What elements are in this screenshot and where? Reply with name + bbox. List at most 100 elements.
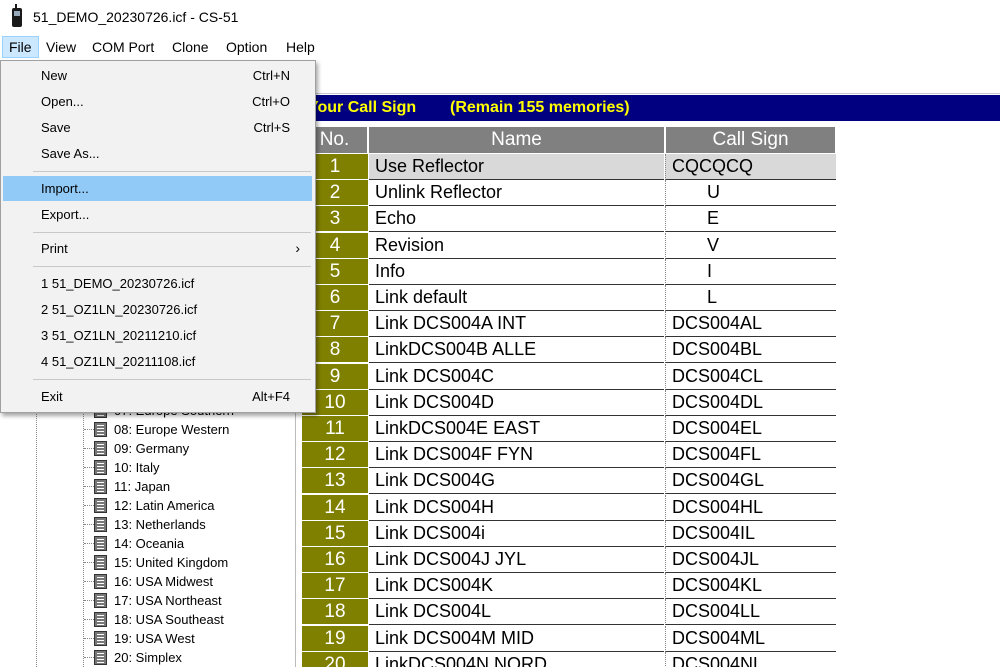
name-cell[interactable]: Link DCS004L bbox=[369, 599, 664, 626]
name-cell[interactable]: Info bbox=[369, 259, 664, 285]
tree-item[interactable]: 17: USA Northeast bbox=[84, 591, 222, 610]
tree-item[interactable]: 15: United Kingdom bbox=[84, 553, 228, 572]
name-cell[interactable]: Link DCS004i bbox=[369, 521, 664, 547]
name-cell[interactable]: Link DCS004M MID bbox=[369, 626, 664, 652]
table-row[interactable]: 16 Link DCS004J JYL DCS004JL bbox=[302, 547, 836, 573]
table-row[interactable]: 14 Link DCS004H DCS004HL bbox=[302, 494, 836, 521]
call-sign-cell[interactable]: DCS004HL bbox=[665, 494, 836, 521]
tree-item[interactable]: 18: USA Southeast bbox=[84, 610, 224, 629]
menu-item-export[interactable]: Export... bbox=[3, 202, 312, 227]
call-sign-cell[interactable]: DCS004DL bbox=[665, 389, 836, 416]
name-cell[interactable]: Link DCS004F FYN bbox=[369, 442, 664, 469]
table-row[interactable]: 11 LinkDCS004E EAST DCS004EL bbox=[302, 416, 836, 442]
name-cell[interactable]: Link DCS004D bbox=[369, 390, 664, 416]
menu-item-save[interactable]: Save Ctrl+S bbox=[3, 115, 312, 140]
menu-item-print[interactable]: Print › bbox=[3, 236, 312, 261]
name-cell[interactable]: Revision bbox=[369, 233, 664, 259]
call-sign-cell[interactable]: DCS004BL bbox=[665, 337, 836, 364]
column-header-name[interactable]: Name bbox=[369, 127, 665, 153]
tree-item[interactable]: 09: Germany bbox=[84, 439, 189, 458]
call-sign-cell[interactable]: DCS004JL bbox=[665, 547, 836, 573]
tree-item[interactable]: 11: Japan bbox=[84, 477, 170, 496]
table-row[interactable]: 9 Link DCS004C DCS004CL bbox=[302, 363, 836, 390]
call-sign-cell[interactable]: DCS004FL bbox=[665, 442, 836, 469]
table-row[interactable]: 5 Info I bbox=[302, 258, 836, 285]
call-sign-cell[interactable]: DCS004EL bbox=[665, 416, 836, 442]
name-cell[interactable]: Use Reflector bbox=[369, 154, 664, 180]
table-row[interactable]: 6 Link default L bbox=[302, 285, 836, 311]
table-row[interactable]: 12 Link DCS004F FYN DCS004FL bbox=[302, 442, 836, 469]
name-cell[interactable]: Link DCS004J JYL bbox=[369, 547, 664, 573]
row-number-cell[interactable]: 16 bbox=[302, 547, 368, 572]
menu-item-new[interactable]: New Ctrl+N bbox=[3, 63, 312, 88]
name-cell[interactable]: Echo bbox=[369, 206, 664, 233]
call-sign-cell[interactable]: DCS004ML bbox=[665, 625, 836, 652]
menu-com-port[interactable]: COM Port bbox=[86, 36, 160, 58]
row-number-cell[interactable]: 20 bbox=[302, 651, 368, 667]
tree-item[interactable]: 19: USA West bbox=[84, 629, 195, 648]
menu-view[interactable]: View bbox=[40, 36, 82, 58]
call-sign-cell[interactable]: DCS004GL bbox=[665, 468, 836, 495]
table-row[interactable]: 7 Link DCS004A INT DCS004AL bbox=[302, 311, 836, 338]
call-sign-cell[interactable]: DCS004LL bbox=[665, 599, 836, 626]
call-sign-cell[interactable]: E bbox=[665, 206, 836, 233]
row-number-cell[interactable]: 14 bbox=[302, 494, 368, 520]
row-number-cell[interactable]: 15 bbox=[302, 520, 368, 546]
menu-item-recent-2[interactable]: 2 51_OZ1LN_20230726.icf bbox=[3, 297, 312, 322]
table-row[interactable]: 4 Revision V bbox=[302, 232, 836, 259]
row-number-cell[interactable]: 17 bbox=[302, 573, 368, 599]
tree-item[interactable]: 12: Latin America bbox=[84, 496, 214, 515]
call-sign-cell[interactable]: DCS004IL bbox=[665, 520, 836, 547]
row-number-cell[interactable]: 13 bbox=[302, 468, 368, 494]
row-number-cell[interactable]: 18 bbox=[302, 599, 368, 625]
tree-item[interactable]: 14: Oceania bbox=[84, 534, 184, 553]
table-row[interactable]: 15 Link DCS004i DCS004IL bbox=[302, 520, 836, 547]
table-row[interactable]: 10 Link DCS004D DCS004DL bbox=[302, 389, 836, 416]
call-sign-cell[interactable]: DCS004CL bbox=[665, 363, 836, 390]
name-cell[interactable]: Unlink Reflector bbox=[369, 180, 664, 207]
menu-option[interactable]: Option bbox=[220, 36, 273, 58]
table-row[interactable]: 18 Link DCS004L DCS004LL bbox=[302, 599, 836, 626]
call-sign-cell[interactable]: I bbox=[665, 258, 836, 285]
menu-item-import[interactable]: Import... bbox=[3, 176, 312, 201]
table-row[interactable]: 2 Unlink Reflector U bbox=[302, 180, 836, 207]
table-row[interactable]: 19 Link DCS004M MID DCS004ML bbox=[302, 625, 836, 652]
name-cell[interactable]: LinkDCS004N NORD bbox=[369, 652, 664, 667]
row-number-cell[interactable]: 19 bbox=[302, 625, 368, 651]
call-sign-cell[interactable]: DCS004NL bbox=[665, 651, 836, 667]
table-row[interactable]: 17 Link DCS004K DCS004KL bbox=[302, 573, 836, 600]
call-sign-cell[interactable]: V bbox=[665, 232, 836, 259]
table-row[interactable]: 13 Link DCS004G DCS004GL bbox=[302, 468, 836, 495]
menu-item-recent-3[interactable]: 3 51_OZ1LN_20211210.icf bbox=[3, 323, 312, 348]
row-number-cell[interactable]: 12 bbox=[302, 442, 368, 468]
table-row[interactable]: 1 Use Reflector CQCQCQ bbox=[302, 154, 836, 180]
name-cell[interactable]: Link DCS004G bbox=[369, 468, 664, 495]
name-cell[interactable]: Link DCS004K bbox=[369, 573, 664, 600]
call-sign-cell[interactable]: DCS004KL bbox=[665, 573, 836, 600]
call-sign-cell[interactable]: L bbox=[665, 285, 836, 311]
call-sign-cell[interactable]: DCS004AL bbox=[665, 311, 836, 338]
menu-file[interactable]: File bbox=[2, 36, 39, 58]
tree-item[interactable]: 08: Europe Western bbox=[84, 420, 229, 439]
menu-clone[interactable]: Clone bbox=[166, 36, 215, 58]
call-sign-cell[interactable]: U bbox=[665, 180, 836, 207]
name-cell[interactable]: Link DCS004H bbox=[369, 495, 664, 521]
menu-item-open[interactable]: Open... Ctrl+O bbox=[3, 89, 312, 114]
name-cell[interactable]: Link default bbox=[369, 285, 664, 311]
table-row[interactable]: 8 LinkDCS004B ALLE DCS004BL bbox=[302, 337, 836, 364]
tree-item[interactable]: 13: Netherlands bbox=[84, 515, 206, 534]
name-cell[interactable]: Link DCS004C bbox=[369, 364, 664, 390]
tree-item[interactable]: 16: USA Midwest bbox=[84, 572, 213, 591]
tree-item[interactable]: 10: Italy bbox=[84, 458, 160, 477]
column-header-call-sign[interactable]: Call Sign bbox=[666, 127, 836, 153]
menu-item-exit[interactable]: Exit Alt+F4 bbox=[3, 384, 312, 409]
table-row[interactable]: 3 Echo E bbox=[302, 206, 836, 233]
row-number-cell[interactable]: 11 bbox=[302, 416, 368, 441]
name-cell[interactable]: LinkDCS004B ALLE bbox=[369, 337, 664, 364]
table-row[interactable]: 20 LinkDCS004N NORD DCS004NL bbox=[302, 651, 836, 667]
menu-item-recent-1[interactable]: 1 51_DEMO_20230726.icf bbox=[3, 271, 312, 296]
menu-item-save-as[interactable]: Save As... bbox=[3, 141, 312, 166]
tree-item[interactable]: 20: Simplex bbox=[84, 648, 182, 667]
call-sign-cell[interactable]: CQCQCQ bbox=[665, 154, 836, 180]
menu-help[interactable]: Help bbox=[280, 36, 321, 58]
